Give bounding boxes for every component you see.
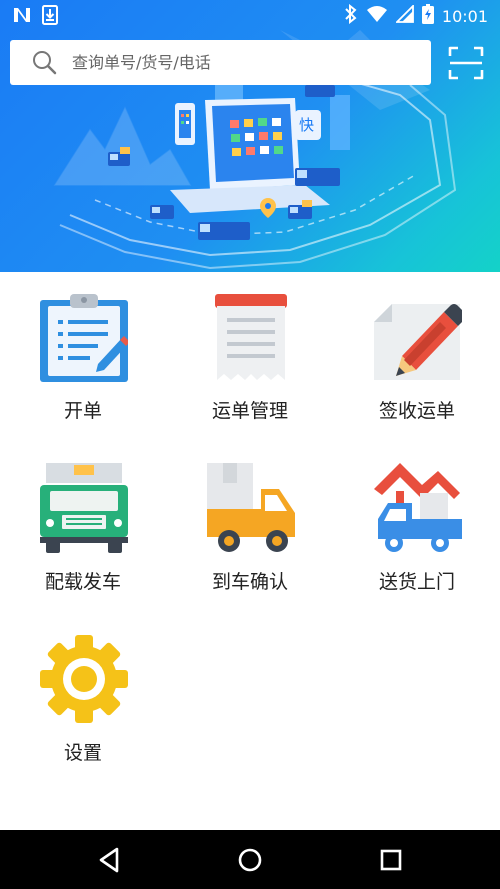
search-input[interactable]: [72, 53, 392, 72]
menu-item-load-dispatch[interactable]: 配载发车: [0, 443, 166, 613]
receipt-icon: [215, 294, 287, 380]
menu-item-sign-waybill[interactable]: 签收运单: [334, 272, 500, 442]
menu-item-label: 到车确认: [211, 571, 288, 593]
delivery-truck-icon: [207, 463, 295, 552]
menu-item-deliver-home[interactable]: 送货上门: [334, 443, 500, 613]
recents-icon[interactable]: [376, 845, 406, 875]
menu-item-open-order[interactable]: 开单: [0, 272, 166, 442]
menu-item-label: 送货上门: [378, 571, 455, 593]
download-icon: [42, 5, 58, 29]
banner-badge-text: 快: [299, 116, 315, 134]
truck-front-icon: [40, 463, 128, 553]
n-app-icon: [12, 5, 32, 29]
menu-item-label: 设置: [63, 742, 102, 764]
status-bar: 10:01: [0, 0, 500, 30]
wifi-icon: [366, 5, 388, 27]
menu-item-settings[interactable]: 设置: [0, 614, 166, 784]
menu-item-waybill-management[interactable]: 运单管理: [167, 272, 333, 442]
signal-icon: [394, 3, 414, 27]
pencil-paper-icon: [374, 304, 462, 380]
clipboard-icon: [40, 294, 128, 382]
menu-item-arrival-confirm[interactable]: 到车确认: [167, 443, 333, 613]
search-icon: [33, 50, 57, 74]
function-grid: 开单 运单管理 签收运单 配载发车 到车确认 送货上门 设置: [0, 272, 500, 830]
gear-icon: [40, 635, 128, 723]
status-time: 10:01: [441, 6, 488, 26]
menu-item-label: 签收运单: [378, 400, 455, 422]
home-truck-icon: [374, 463, 462, 552]
scan-icon: [448, 46, 484, 80]
home-icon[interactable]: [235, 845, 265, 875]
menu-item-label: 开单: [63, 400, 102, 422]
back-icon[interactable]: [95, 845, 125, 875]
navigation-bar: [0, 830, 500, 889]
menu-item-label: 配载发车: [44, 571, 121, 593]
battery-charging-icon: [421, 4, 434, 28]
bluetooth-icon: [344, 3, 358, 28]
menu-item-label: 运单管理: [211, 400, 288, 422]
search-bar[interactable]: [10, 40, 431, 85]
scan-button[interactable]: [447, 45, 485, 81]
